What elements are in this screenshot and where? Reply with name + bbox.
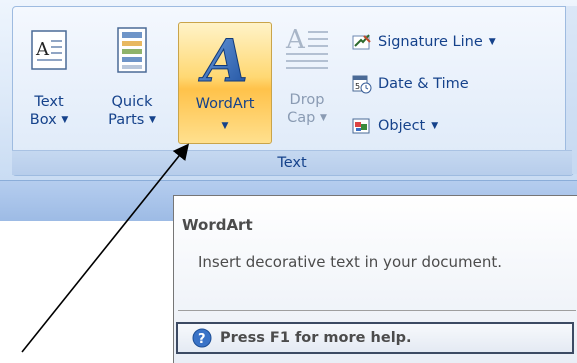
annotation-arrow (21, 143, 190, 353)
